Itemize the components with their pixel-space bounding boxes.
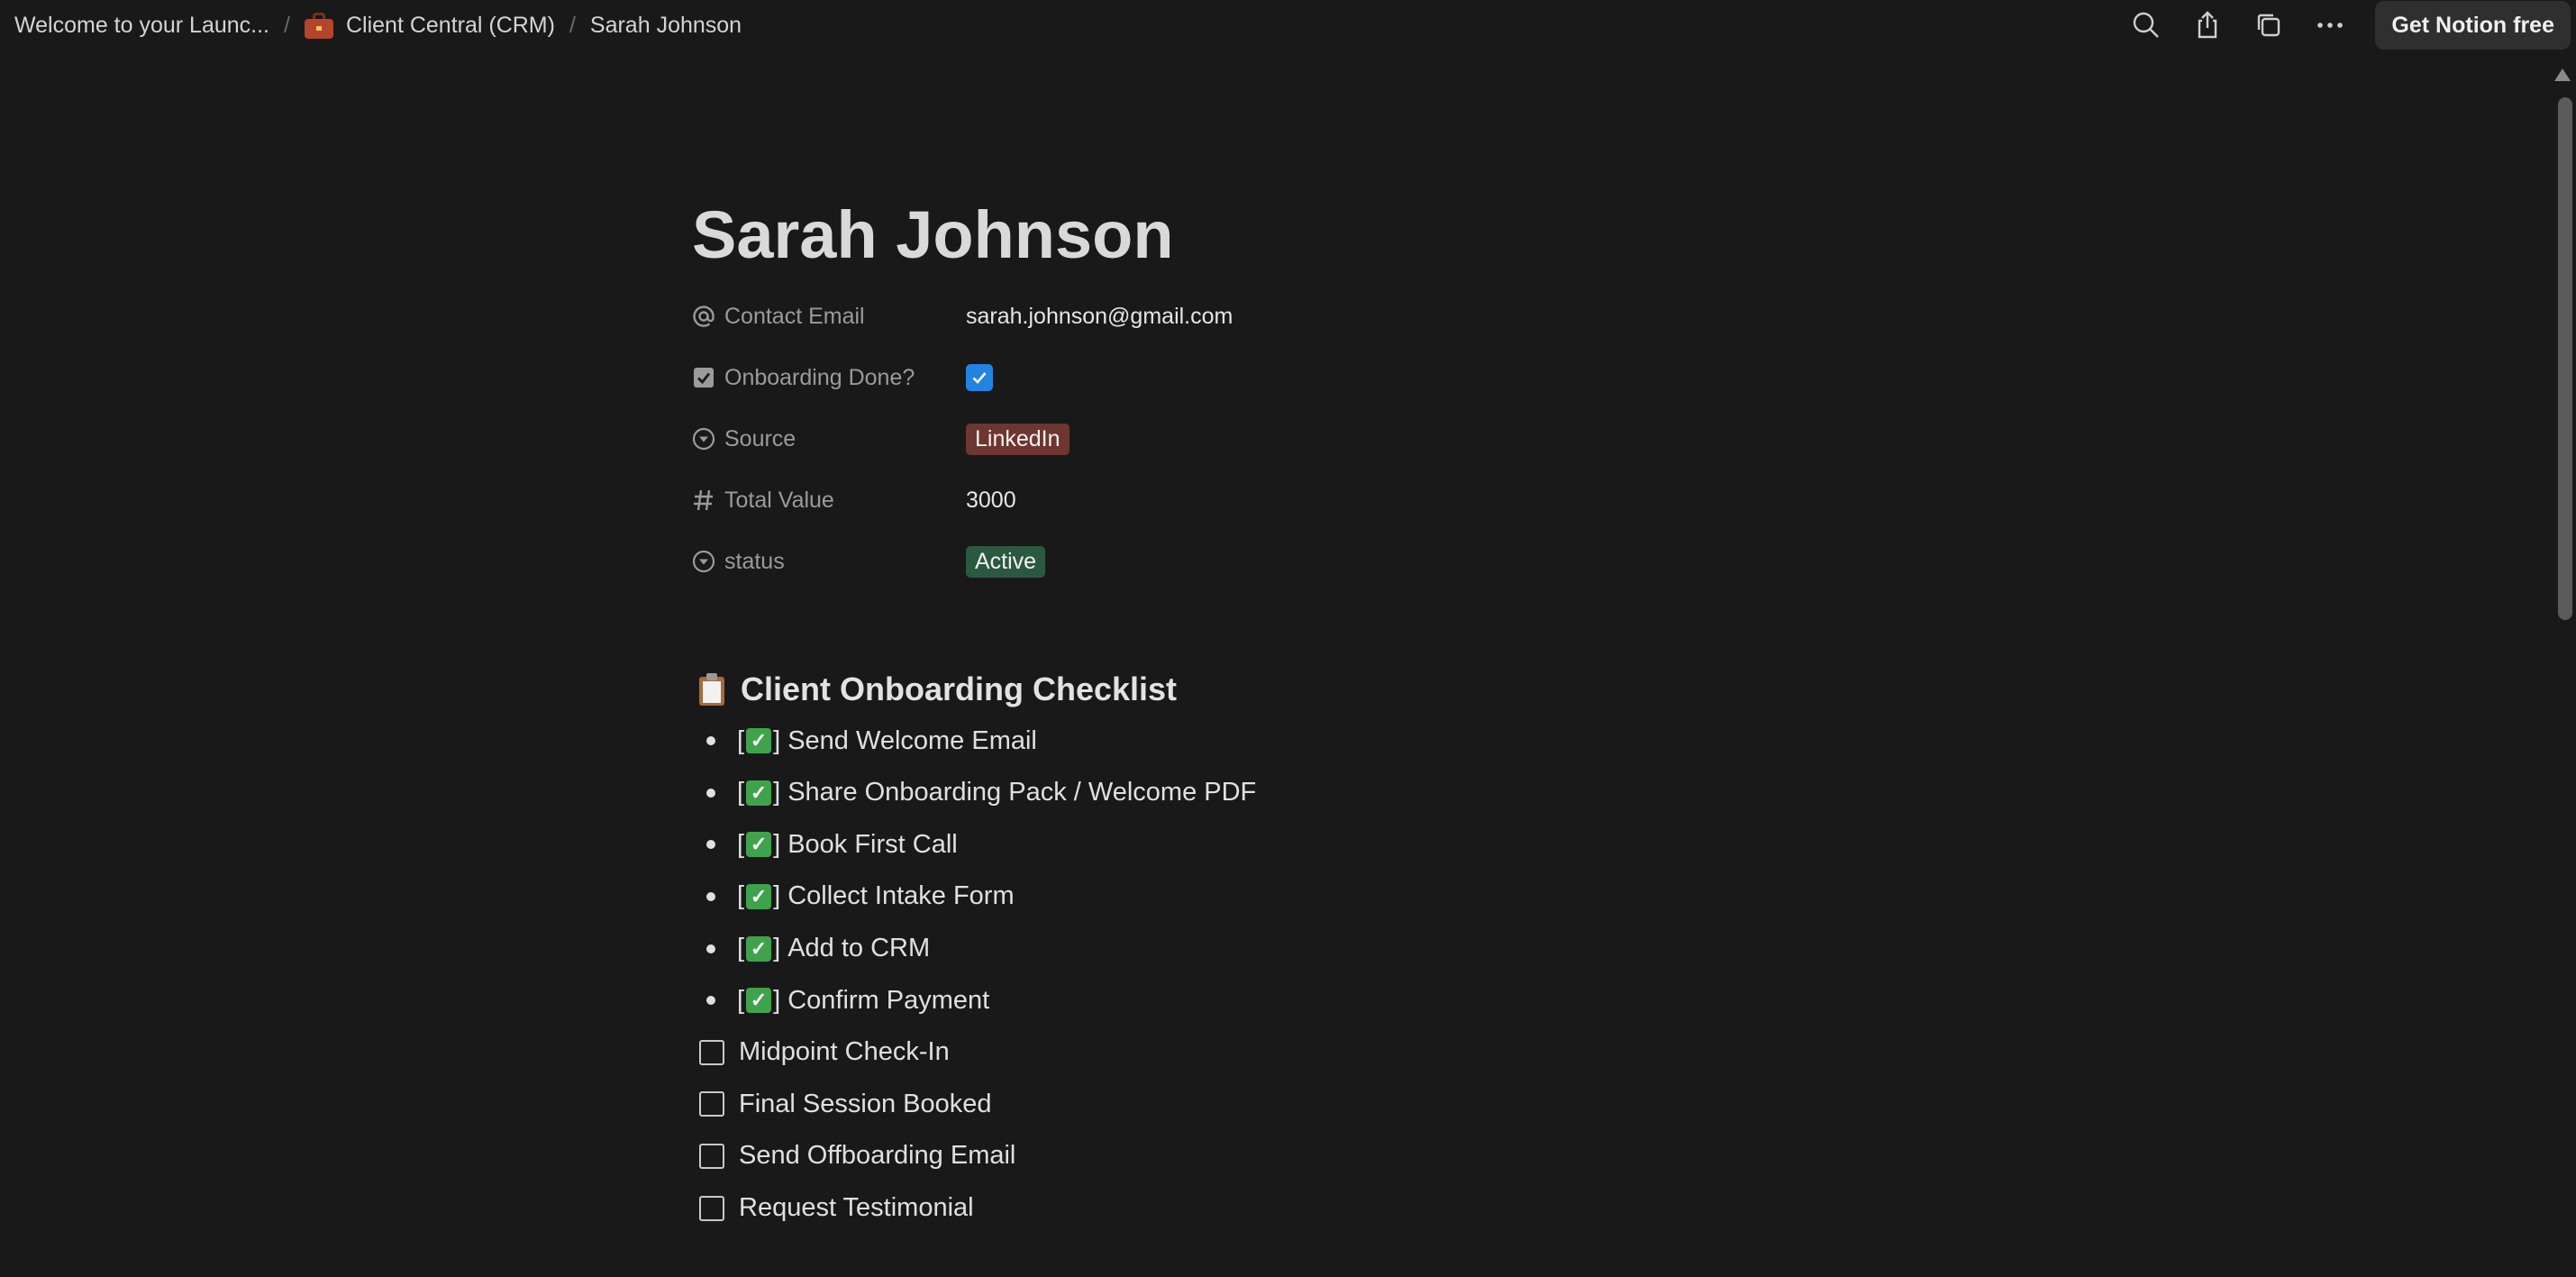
source-value[interactable]: LinkedIn	[966, 423, 1070, 455]
todo-item: Final Session Booked	[692, 1079, 2044, 1131]
status-tag: Active	[966, 545, 1046, 578]
topbar-actions: Get Notion free	[2110, 0, 2576, 50]
property-name-status[interactable]: status	[692, 549, 966, 575]
list-item[interactable]: [✓] Book First Call	[692, 819, 2044, 871]
breadcrumb-separator: /	[569, 12, 576, 38]
check-mark-icon: ✓	[746, 832, 772, 858]
breadcrumb-item-workspace[interactable]: Welcome to your Launc...	[14, 9, 269, 42]
onboarding-done-value	[966, 364, 993, 392]
scroll-up-arrow-icon[interactable]	[2554, 68, 2571, 81]
list-item-text: Book First Call	[787, 829, 958, 859]
check-mark-icon: ✓	[746, 883, 772, 909]
list-item-text: Share Onboarding Pack / Welcome PDF	[787, 778, 1257, 807]
list-item[interactable]: [✓] Send Welcome Email	[692, 715, 2044, 767]
todo-item: Send Offboarding Email	[692, 1130, 2044, 1182]
properties-list: Contact Email sarah.johnson@gmail.com On…	[692, 286, 2044, 592]
todo-item: Midpoint Check-In	[692, 1026, 2044, 1079]
todo-item-text[interactable]: Midpoint Check-In	[739, 1037, 950, 1067]
select-property-icon	[692, 550, 715, 573]
checklist-heading[interactable]: Client Onboarding Checklist	[692, 664, 2044, 715]
property-source: Source LinkedIn	[692, 408, 2044, 470]
get-notion-free-button[interactable]: Get Notion free	[2375, 1, 2571, 50]
breadcrumb-item-current[interactable]: Sarah Johnson	[590, 9, 742, 42]
breadcrumb-item-crm[interactable]: Client Central (CRM)	[304, 9, 555, 42]
breadcrumb-item-crm-label: Client Central (CRM)	[345, 12, 555, 38]
property-name-contact-email[interactable]: Contact Email	[692, 304, 966, 330]
checkbox-property-icon	[692, 366, 715, 389]
check-mark-icon: ✓	[746, 780, 772, 806]
bullet-icon	[706, 944, 715, 953]
todo-item-text[interactable]: Request Testimonial	[739, 1193, 974, 1223]
share-icon[interactable]	[2182, 0, 2233, 50]
bullet-icon	[706, 788, 715, 798]
todo-item: Request Testimonial	[692, 1182, 2044, 1235]
number-property-icon	[692, 488, 715, 512]
property-name-source[interactable]: Source	[692, 426, 966, 452]
top-bar: Welcome to your Launc... / Client Centra…	[0, 0, 2576, 50]
list-item[interactable]: [✓] Collect Intake Form	[692, 871, 2044, 923]
todo-item-text[interactable]: Final Session Booked	[739, 1090, 992, 1119]
search-icon[interactable]	[2121, 0, 2171, 50]
duplicate-icon[interactable]	[2244, 0, 2294, 50]
check-mark-icon: ✓	[746, 728, 772, 754]
select-property-icon	[692, 427, 715, 451]
property-name-total-value[interactable]: Total Value	[692, 488, 966, 514]
page-content: Sarah Johnson Contact Email sarah.johnso…	[692, 198, 2044, 1234]
page-title[interactable]: Sarah Johnson	[692, 198, 2044, 272]
breadcrumb: Welcome to your Launc... / Client Centra…	[14, 0, 742, 50]
clipboard-icon	[697, 673, 726, 707]
checklist-heading-text: Client Onboarding Checklist	[741, 670, 1178, 708]
list-item[interactable]: [✓] Confirm Payment	[692, 974, 2044, 1026]
bullet-icon	[706, 840, 715, 850]
property-status: status Active	[692, 531, 2044, 592]
onboarding-done-checkbox[interactable]	[966, 364, 993, 392]
at-sign-icon	[692, 305, 715, 328]
property-contact-email: Contact Email sarah.johnson@gmail.com	[692, 286, 2044, 347]
list-item-text: Send Welcome Email	[787, 725, 1037, 755]
list-item[interactable]: [✓] Share Onboarding Pack / Welcome PDF	[692, 767, 2044, 819]
source-tag: LinkedIn	[966, 423, 1070, 455]
check-mark-icon: ✓	[746, 935, 772, 962]
property-label: Onboarding Done?	[724, 364, 915, 390]
contact-email-value[interactable]: sarah.johnson@gmail.com	[966, 304, 1233, 330]
status-value[interactable]: Active	[966, 545, 1046, 578]
bullet-icon	[706, 891, 715, 901]
property-onboarding-done: Onboarding Done?	[692, 347, 2044, 408]
todo-item-text[interactable]: Send Offboarding Email	[739, 1141, 1015, 1171]
check-mark-icon: ✓	[746, 988, 772, 1014]
breadcrumb-separator: /	[284, 12, 290, 38]
todo-checkbox[interactable]	[699, 1143, 724, 1169]
list-item-text: Confirm Payment	[787, 985, 990, 1015]
list-item-text: Collect Intake Form	[787, 881, 1015, 911]
list-item[interactable]: [✓] Add to CRM	[692, 923, 2044, 975]
total-value-value[interactable]: 3000	[966, 488, 1016, 514]
todo-list: Midpoint Check-In Final Session Booked S…	[692, 1026, 2044, 1234]
property-name-onboarding-done[interactable]: Onboarding Done?	[692, 365, 966, 391]
done-items-list: [✓] Send Welcome Email [✓] Share Onboard…	[692, 715, 2044, 1026]
todo-checkbox[interactable]	[699, 1039, 724, 1065]
property-label: Total Value	[724, 487, 834, 513]
todo-checkbox[interactable]	[699, 1195, 724, 1221]
property-label: Source	[724, 425, 796, 452]
bullet-icon	[706, 996, 715, 1006]
property-label: Contact Email	[724, 303, 865, 329]
property-label: status	[724, 548, 785, 574]
more-icon[interactable]	[2305, 0, 2355, 50]
todo-checkbox[interactable]	[699, 1091, 724, 1117]
property-total-value: Total Value 3000	[692, 470, 2044, 531]
bullet-icon	[706, 736, 715, 746]
briefcase-icon	[304, 12, 333, 39]
scrollbar-thumb[interactable]	[2558, 97, 2572, 620]
list-item-text: Add to CRM	[787, 934, 931, 963]
